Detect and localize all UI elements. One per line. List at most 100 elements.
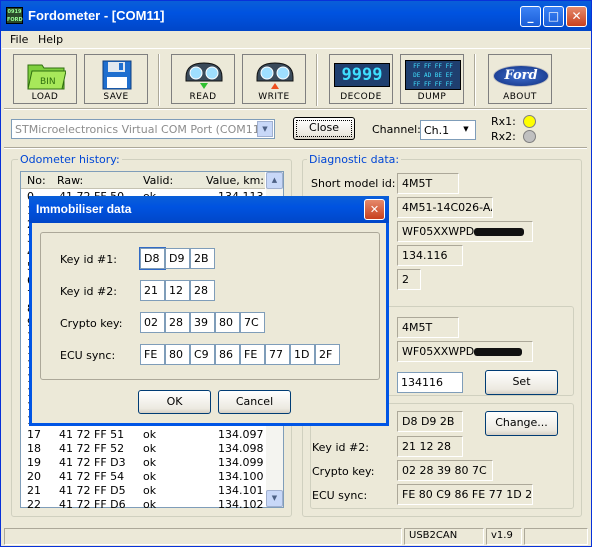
ok-button[interactable]: OK <box>138 390 211 414</box>
dialog-close-icon[interactable]: ✕ <box>364 199 385 220</box>
maximize-button[interactable]: □ <box>543 6 564 27</box>
chevron-down-icon[interactable]: ▼ <box>257 121 273 137</box>
toolbar: BIN LOAD SAVE READ WRITE 9999 DECODE FF … <box>2 50 590 110</box>
toolbar-separator <box>474 54 476 106</box>
minimize-button[interactable]: _ <box>520 6 541 27</box>
dialog-title-bar[interactable]: Immobiliser data ✕ <box>29 196 389 223</box>
floppy-icon <box>97 59 137 91</box>
dialog-key2-byte-input[interactable]: 21 <box>140 280 165 301</box>
app-icon: 0919 FORD <box>6 7 23 24</box>
scroll-down-icon[interactable]: ▼ <box>266 490 283 507</box>
toolbar-separator <box>158 54 160 106</box>
row-value: 134.097 <box>218 428 264 441</box>
new-odometer-input[interactable]: 134116 <box>397 372 463 393</box>
read-label: READ <box>189 92 217 102</box>
col-value[interactable]: Value, km: <box>206 174 264 187</box>
dialog-ecu-byte-input[interactable]: 2F <box>315 344 340 365</box>
change-button[interactable]: Change... <box>485 411 558 436</box>
dialog-ecu-byte-input[interactable]: 77 <box>265 344 290 365</box>
dialog-crypto-byte-input[interactable]: 7C <box>240 312 265 333</box>
dialog-key1-byte-input[interactable]: D9 <box>165 248 190 269</box>
crypto-field: 02 28 39 80 7C <box>397 460 493 481</box>
row-value: 134.099 <box>218 456 264 469</box>
table-row[interactable]: 22 41 72 FF D6 ok 134.102 <box>21 498 265 512</box>
model-field: 4M51-14C026-AA <box>397 197 493 218</box>
port-select[interactable]: STMicroelectronics Virtual COM Port (COM… <box>11 119 275 139</box>
model-short-field-2: 4M5T <box>397 317 459 338</box>
set-button[interactable]: Set <box>485 370 558 395</box>
table-row[interactable]: 18 41 72 FF 52 ok 134.098 <box>21 442 265 456</box>
dialog-crypto-label: Crypto key: <box>60 317 123 330</box>
write-label: WRITE <box>258 92 290 102</box>
row-valid: ok <box>143 498 157 511</box>
rx2-label: Rx2: <box>491 130 516 143</box>
ecu-sync-label: ECU sync: <box>312 489 368 502</box>
dialog-crypto-byte-input[interactable]: 28 <box>165 312 190 333</box>
row-no: 20 <box>27 470 41 483</box>
dialog-ecu-byte-input[interactable]: FE <box>140 344 165 365</box>
dialog-ecu-byte-input[interactable]: 80 <box>165 344 190 365</box>
digits-icon: 9999 <box>334 63 390 87</box>
status-version: v1.9 <box>486 528 522 545</box>
write-button[interactable]: WRITE <box>242 54 306 104</box>
title-bar[interactable]: 0919 FORD Fordometer - [COM11] _ □ ✕ <box>1 1 591 31</box>
load-label: LOAD <box>31 92 59 102</box>
col-valid[interactable]: Valid: <box>143 174 173 187</box>
dialog-key1-byte-input[interactable]: 2B <box>190 248 215 269</box>
ford-logo-icon: Ford <box>493 65 549 87</box>
dialog-ecu-byte-input[interactable]: FE <box>240 344 265 365</box>
vin-text-2: WF05XXWPD <box>402 345 475 358</box>
rx1-indicator <box>523 115 536 128</box>
save-label: SAVE <box>103 92 129 102</box>
list-header: No: Raw: Valid: Value, km: <box>21 172 265 189</box>
close-window-button[interactable]: ✕ <box>566 6 587 27</box>
dialog-ecu-byte-input[interactable]: 1D <box>290 344 315 365</box>
dialog-key2-byte-input[interactable]: 12 <box>165 280 190 301</box>
about-label: ABOUT <box>503 92 537 102</box>
vin-field-2: WF05XXWPD <box>397 341 533 362</box>
dialog-key2-byte-input[interactable]: 28 <box>190 280 215 301</box>
dump-label: DUMP <box>417 92 447 102</box>
chevron-down-icon[interactable]: ▼ <box>458 122 474 138</box>
close-port-button[interactable]: Close <box>293 117 355 140</box>
svg-text:BIN: BIN <box>40 77 56 87</box>
immobiliser-dialog: Immobiliser data ✕ Key id #1: Key id #2:… <box>29 196 389 426</box>
row-value: 134.101 <box>218 484 264 497</box>
read-button[interactable]: READ <box>171 54 235 104</box>
divider <box>4 147 587 149</box>
status-bar: USB2CAN v1.9 <box>2 526 590 546</box>
vin-field: WF05XXWPD <box>397 221 533 242</box>
channel-select-value: Ch.1 <box>424 124 450 137</box>
col-raw[interactable]: Raw: <box>57 174 83 187</box>
table-row[interactable]: 19 41 72 FF D3 ok 134.099 <box>21 456 265 470</box>
dialog-ecu-byte-input[interactable]: C9 <box>190 344 215 365</box>
col-no[interactable]: No: <box>27 174 46 187</box>
table-row[interactable]: 21 41 72 FF D5 ok 134.101 <box>21 484 265 498</box>
channel-select[interactable]: Ch.1 ▼ <box>420 120 476 140</box>
row-no: 17 <box>27 428 41 441</box>
dialog-ecu-byte-input[interactable]: 86 <box>215 344 240 365</box>
dialog-crypto-byte-input[interactable]: 80 <box>215 312 240 333</box>
window-title: Fordometer - [COM11] <box>28 8 165 23</box>
row-valid: ok <box>143 428 157 441</box>
menu-file[interactable]: File <box>10 33 28 46</box>
toolbar-separator <box>316 54 318 106</box>
row-valid: ok <box>143 470 157 483</box>
scroll-up-icon[interactable]: ▲ <box>266 172 283 189</box>
short-model-field: 4M5T <box>397 173 459 194</box>
decode-button[interactable]: 9999 DECODE <box>329 54 393 104</box>
about-button[interactable]: Ford ABOUT <box>488 54 552 104</box>
table-row[interactable]: 17 41 72 FF 51 ok 134.097 <box>21 428 265 442</box>
menu-help[interactable]: Help <box>38 33 63 46</box>
dump-button[interactable]: FF FF FF FF DE AD BE EF FF FF FF FF DUMP <box>400 54 464 104</box>
port-select-value: STMicroelectronics Virtual COM Port (COM… <box>15 123 265 136</box>
load-button[interactable]: BIN LOAD <box>13 54 77 104</box>
cancel-button[interactable]: Cancel <box>218 390 291 414</box>
save-button[interactable]: SAVE <box>84 54 148 104</box>
dialog-crypto-byte-input[interactable]: 39 <box>190 312 215 333</box>
vin-text: WF05XXWPD <box>402 225 475 238</box>
dialog-crypto-byte-input[interactable]: 02 <box>140 312 165 333</box>
menu-bar: File Help <box>2 31 590 49</box>
table-row[interactable]: 20 41 72 FF 54 ok 134.100 <box>21 470 265 484</box>
dialog-key1-byte-input[interactable]: D8 <box>139 247 166 270</box>
